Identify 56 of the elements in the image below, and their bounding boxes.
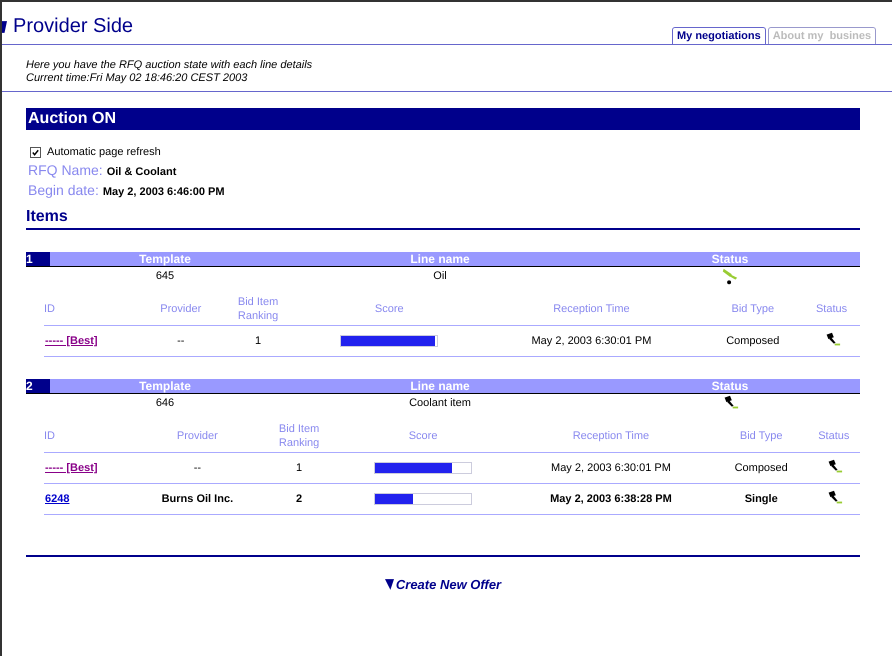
column-header: Provider <box>176 430 218 442</box>
column-header: Template <box>138 252 192 266</box>
column-header: ID <box>44 430 55 442</box>
column-header: Bid Type <box>732 303 774 315</box>
checkbox-label: Automatic page refresh <box>47 146 161 158</box>
column-header: Status <box>816 303 848 315</box>
column-header: Line name <box>409 252 471 266</box>
table-cell: 1 <box>296 462 302 474</box>
line-number: 1 <box>26 252 50 266</box>
auction-banner: Auction ON <box>26 108 860 130</box>
table-cell: 2 <box>296 493 302 505</box>
checkbox[interactable] <box>30 146 41 158</box>
column-header: Bid Item Ranking <box>238 296 278 322</box>
column-header: ID <box>44 303 55 315</box>
bid-link[interactable]: ----- [Best] <box>45 335 98 347</box>
field-value: Oil & Coolant <box>106 166 176 178</box>
table-cell: Composed <box>726 335 780 347</box>
create-offer-link[interactable]: Create New Offer <box>384 577 502 592</box>
column-header: Bid Item Ranking <box>278 423 320 449</box>
column-header: Reception Time <box>572 430 650 442</box>
table-cell-text: 645 <box>154 270 176 282</box>
column-header: Score <box>408 430 438 442</box>
table-cell: Single <box>744 493 778 505</box>
column-header: Reception Time <box>553 303 630 315</box>
tab[interactable]: My negotiations <box>672 27 766 44</box>
table-cell-text: Oil <box>432 270 448 282</box>
table-cell: May 2, 2003 6:30:01 PM <box>532 335 652 347</box>
field-value: May 2, 2003 6:46:00 PM <box>102 186 225 198</box>
table-cell: 1 <box>255 335 262 347</box>
intro-text: Here you have the RFQ auction state with each line details <box>26 59 314 72</box>
column-header: Status <box>818 430 850 442</box>
table-cell: Composed <box>734 462 788 474</box>
column-header: Bid Type <box>740 430 782 442</box>
intro-text: Current time:Fri May 02 18:46:20 CEST 2003 <box>26 72 248 85</box>
table-cell: May 2, 2003 6:30:01 PM <box>551 462 671 474</box>
bid-link[interactable]: 6248 <box>45 493 70 505</box>
field-label: RFQ Name: <box>28 162 103 178</box>
table-cell: Burns Oil Inc. <box>162 493 234 505</box>
column-header: Score <box>374 303 404 315</box>
table-cell: -- <box>177 335 184 347</box>
triangle-icon <box>384 579 394 590</box>
section-heading: Items <box>26 208 860 230</box>
table-cell: -- <box>194 462 202 474</box>
column-header: Provider <box>160 303 202 315</box>
column-header: Line name <box>409 379 471 393</box>
table-cell-text: Coolant item <box>408 397 472 409</box>
table-cell-text: 646 <box>154 397 176 409</box>
column-header: Template <box>138 379 192 393</box>
column-header: Status <box>710 252 750 266</box>
field-label: Begin date: <box>28 182 99 198</box>
column-header: Status <box>710 379 750 393</box>
corner-mark-icon <box>2 20 7 34</box>
table-cell: May 2, 2003 6:38:28 PM <box>550 493 672 505</box>
line-number: 2 <box>26 379 50 393</box>
title-text: Provider Side <box>13 15 134 38</box>
bid-link[interactable]: ----- [Best] <box>45 462 98 474</box>
